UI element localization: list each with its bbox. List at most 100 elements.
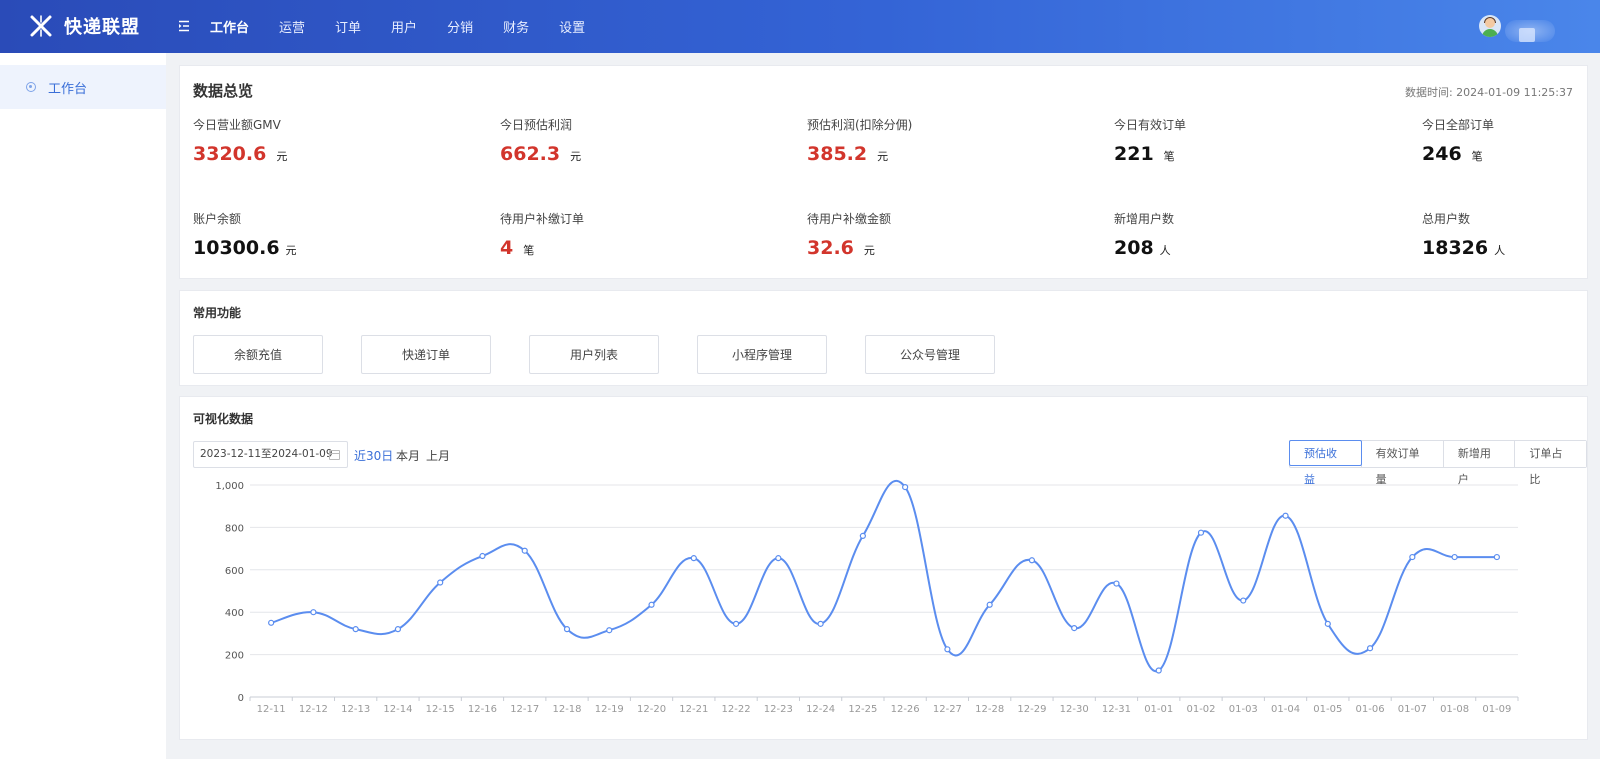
stat-label: 待用户补缴订单 bbox=[500, 212, 585, 226]
date-range-value: 2023-12-11至2024-01-09 bbox=[200, 448, 333, 460]
avatar-body bbox=[1482, 29, 1498, 37]
stat-pending-amount: 待用户补缴金额 32.6 元 bbox=[807, 210, 891, 259]
user-name-redacted[interactable] bbox=[1505, 20, 1555, 42]
nav-item-settings[interactable]: 设置 bbox=[559, 17, 585, 36]
data-point bbox=[521, 547, 528, 554]
stat-label: 预估利润(扣除分佣) bbox=[807, 118, 913, 132]
overview-card: 数据总览 数据时间: 2024-01-09 11:25:37 今日营业额GMV … bbox=[179, 65, 1588, 279]
stat-net-profit: 预估利润(扣除分佣) 385.2 元 bbox=[807, 116, 912, 165]
data-point bbox=[944, 646, 951, 653]
sidebar-item-workbench[interactable]: 工作台 bbox=[0, 65, 166, 109]
stat-value: 4 bbox=[500, 237, 514, 259]
nav-item-operations[interactable]: 运营 bbox=[279, 17, 305, 36]
y-tick-label: 600 bbox=[225, 566, 244, 577]
stat-value: 221 bbox=[1114, 143, 1154, 165]
data-point bbox=[1240, 597, 1247, 604]
stat-label: 今日营业额GMV bbox=[193, 118, 281, 132]
data-point bbox=[986, 601, 993, 608]
stat-unit: 元 bbox=[877, 150, 889, 163]
stat-label: 新增用户数 bbox=[1114, 212, 1175, 226]
stat-unit: 元 bbox=[276, 150, 288, 163]
x-tick-label: 12-23 bbox=[764, 704, 793, 715]
stat-unit: 元 bbox=[863, 244, 875, 257]
chart-card: 可视化数据 2023-12-11至2024-01-09 近30日 本月 上月 预… bbox=[179, 396, 1588, 740]
data-point bbox=[1493, 553, 1500, 561]
data-point bbox=[1071, 625, 1078, 632]
x-tick-label: 12-16 bbox=[468, 704, 497, 715]
x-tick-label: 12-28 bbox=[975, 704, 1004, 715]
data-point bbox=[1028, 557, 1036, 564]
data-point bbox=[1324, 620, 1331, 627]
tab-order-ratio[interactable]: 订单占比 bbox=[1514, 441, 1587, 486]
app-logo[interactable]: 快递联盟 bbox=[28, 13, 140, 39]
stat-value: 662.3 bbox=[500, 143, 561, 165]
data-point bbox=[394, 626, 402, 633]
data-point bbox=[1113, 580, 1120, 587]
stat-value: 32.6 bbox=[807, 237, 854, 259]
y-tick-label: 400 bbox=[225, 608, 244, 619]
stat-balance: 账户余额 10300.6 元 bbox=[193, 210, 297, 259]
y-tick-label: 200 bbox=[225, 651, 244, 662]
range-last-month[interactable]: 上月 bbox=[426, 447, 450, 464]
chart-title: 可视化数据 bbox=[193, 412, 254, 426]
stat-unit: 人 bbox=[1494, 244, 1506, 257]
x-tick-label: 12-21 bbox=[679, 704, 708, 715]
nav-item-distribution[interactable]: 分销 bbox=[447, 17, 473, 36]
data-point bbox=[732, 620, 740, 627]
nav-item-users[interactable]: 用户 bbox=[391, 17, 417, 36]
date-range-picker[interactable]: 2023-12-11至2024-01-09 bbox=[193, 441, 348, 468]
series-line bbox=[270, 479, 1497, 673]
stat-unit: 笔 bbox=[1163, 150, 1175, 163]
x-tick-label: 12-20 bbox=[637, 704, 666, 715]
x-tick-label: 12-19 bbox=[595, 704, 624, 715]
data-point bbox=[352, 626, 359, 633]
range-last-30-days[interactable]: 近30日 bbox=[354, 447, 393, 464]
stat-all-orders: 今日全部订单 246 笔 bbox=[1422, 116, 1494, 165]
data-point bbox=[310, 609, 317, 616]
x-tick-label: 12-25 bbox=[848, 704, 877, 715]
data-point bbox=[902, 484, 909, 491]
x-tick-label: 12-12 bbox=[299, 704, 328, 715]
x-tick-label: 01-04 bbox=[1271, 704, 1300, 715]
metric-tabs: 预估收益 有效订单量 新增用户 订单占比 bbox=[1289, 440, 1587, 486]
express-orders-button[interactable]: 快递订单 bbox=[361, 335, 491, 374]
x-tick-label: 12-18 bbox=[552, 704, 581, 715]
stat-value: 3320.6 bbox=[193, 143, 267, 165]
overview-title: 数据总览 bbox=[193, 82, 254, 100]
range-this-month[interactable]: 本月 bbox=[396, 447, 420, 464]
stat-label: 今日有效订单 bbox=[1114, 118, 1187, 132]
nav-item-orders[interactable]: 订单 bbox=[335, 17, 361, 36]
user-list-button[interactable]: 用户列表 bbox=[529, 335, 659, 374]
line-chart: 0 200 400 600 800 1,000 12-11 12-12 12-13 12-14 12… bbox=[215, 479, 1519, 715]
x-tick-label: 12-30 bbox=[1060, 704, 1089, 715]
data-point bbox=[817, 620, 824, 627]
balance-recharge-button[interactable]: 余额充值 bbox=[193, 335, 323, 374]
data-point bbox=[690, 555, 697, 562]
stat-pending-orders: 待用户补缴订单 4笔 bbox=[500, 210, 584, 259]
miniprogram-manage-button[interactable]: 小程序管理 bbox=[697, 335, 827, 374]
stat-value: 246 bbox=[1422, 143, 1462, 165]
main-nav: 工作台 运营 订单 用户 分销 财务 设置 bbox=[210, 0, 615, 53]
stat-value: 208 bbox=[1114, 237, 1154, 259]
data-point bbox=[1409, 553, 1416, 561]
stat-value: 385.2 bbox=[807, 143, 868, 165]
tab-valid-orders[interactable]: 有效订单量 bbox=[1360, 441, 1443, 486]
stat-valid-orders: 今日有效订单 221 笔 bbox=[1114, 116, 1186, 165]
avatar[interactable] bbox=[1479, 15, 1501, 37]
nav-item-finance[interactable]: 财务 bbox=[503, 17, 529, 36]
stat-unit: 元 bbox=[570, 150, 582, 163]
tab-new-users[interactable]: 新增用户 bbox=[1442, 441, 1515, 486]
data-point bbox=[859, 532, 866, 539]
x-tick-label: 01-01 bbox=[1144, 704, 1173, 715]
tab-estimated-revenue[interactable]: 预估收益 bbox=[1289, 440, 1362, 486]
x-tick-label: 01-02 bbox=[1186, 704, 1215, 715]
x-tick-label: 01-05 bbox=[1313, 704, 1342, 715]
sidebar-item-label: 工作台 bbox=[48, 81, 88, 97]
nav-item-workbench[interactable]: 工作台 bbox=[210, 17, 249, 36]
official-account-manage-button[interactable]: 公众号管理 bbox=[865, 335, 995, 374]
x-tick-label: 12-31 bbox=[1102, 704, 1131, 715]
logo-icon bbox=[28, 13, 54, 39]
data-point bbox=[606, 627, 613, 634]
x-tick-label: 01-09 bbox=[1482, 704, 1511, 715]
menu-toggle-icon[interactable] bbox=[176, 18, 192, 34]
